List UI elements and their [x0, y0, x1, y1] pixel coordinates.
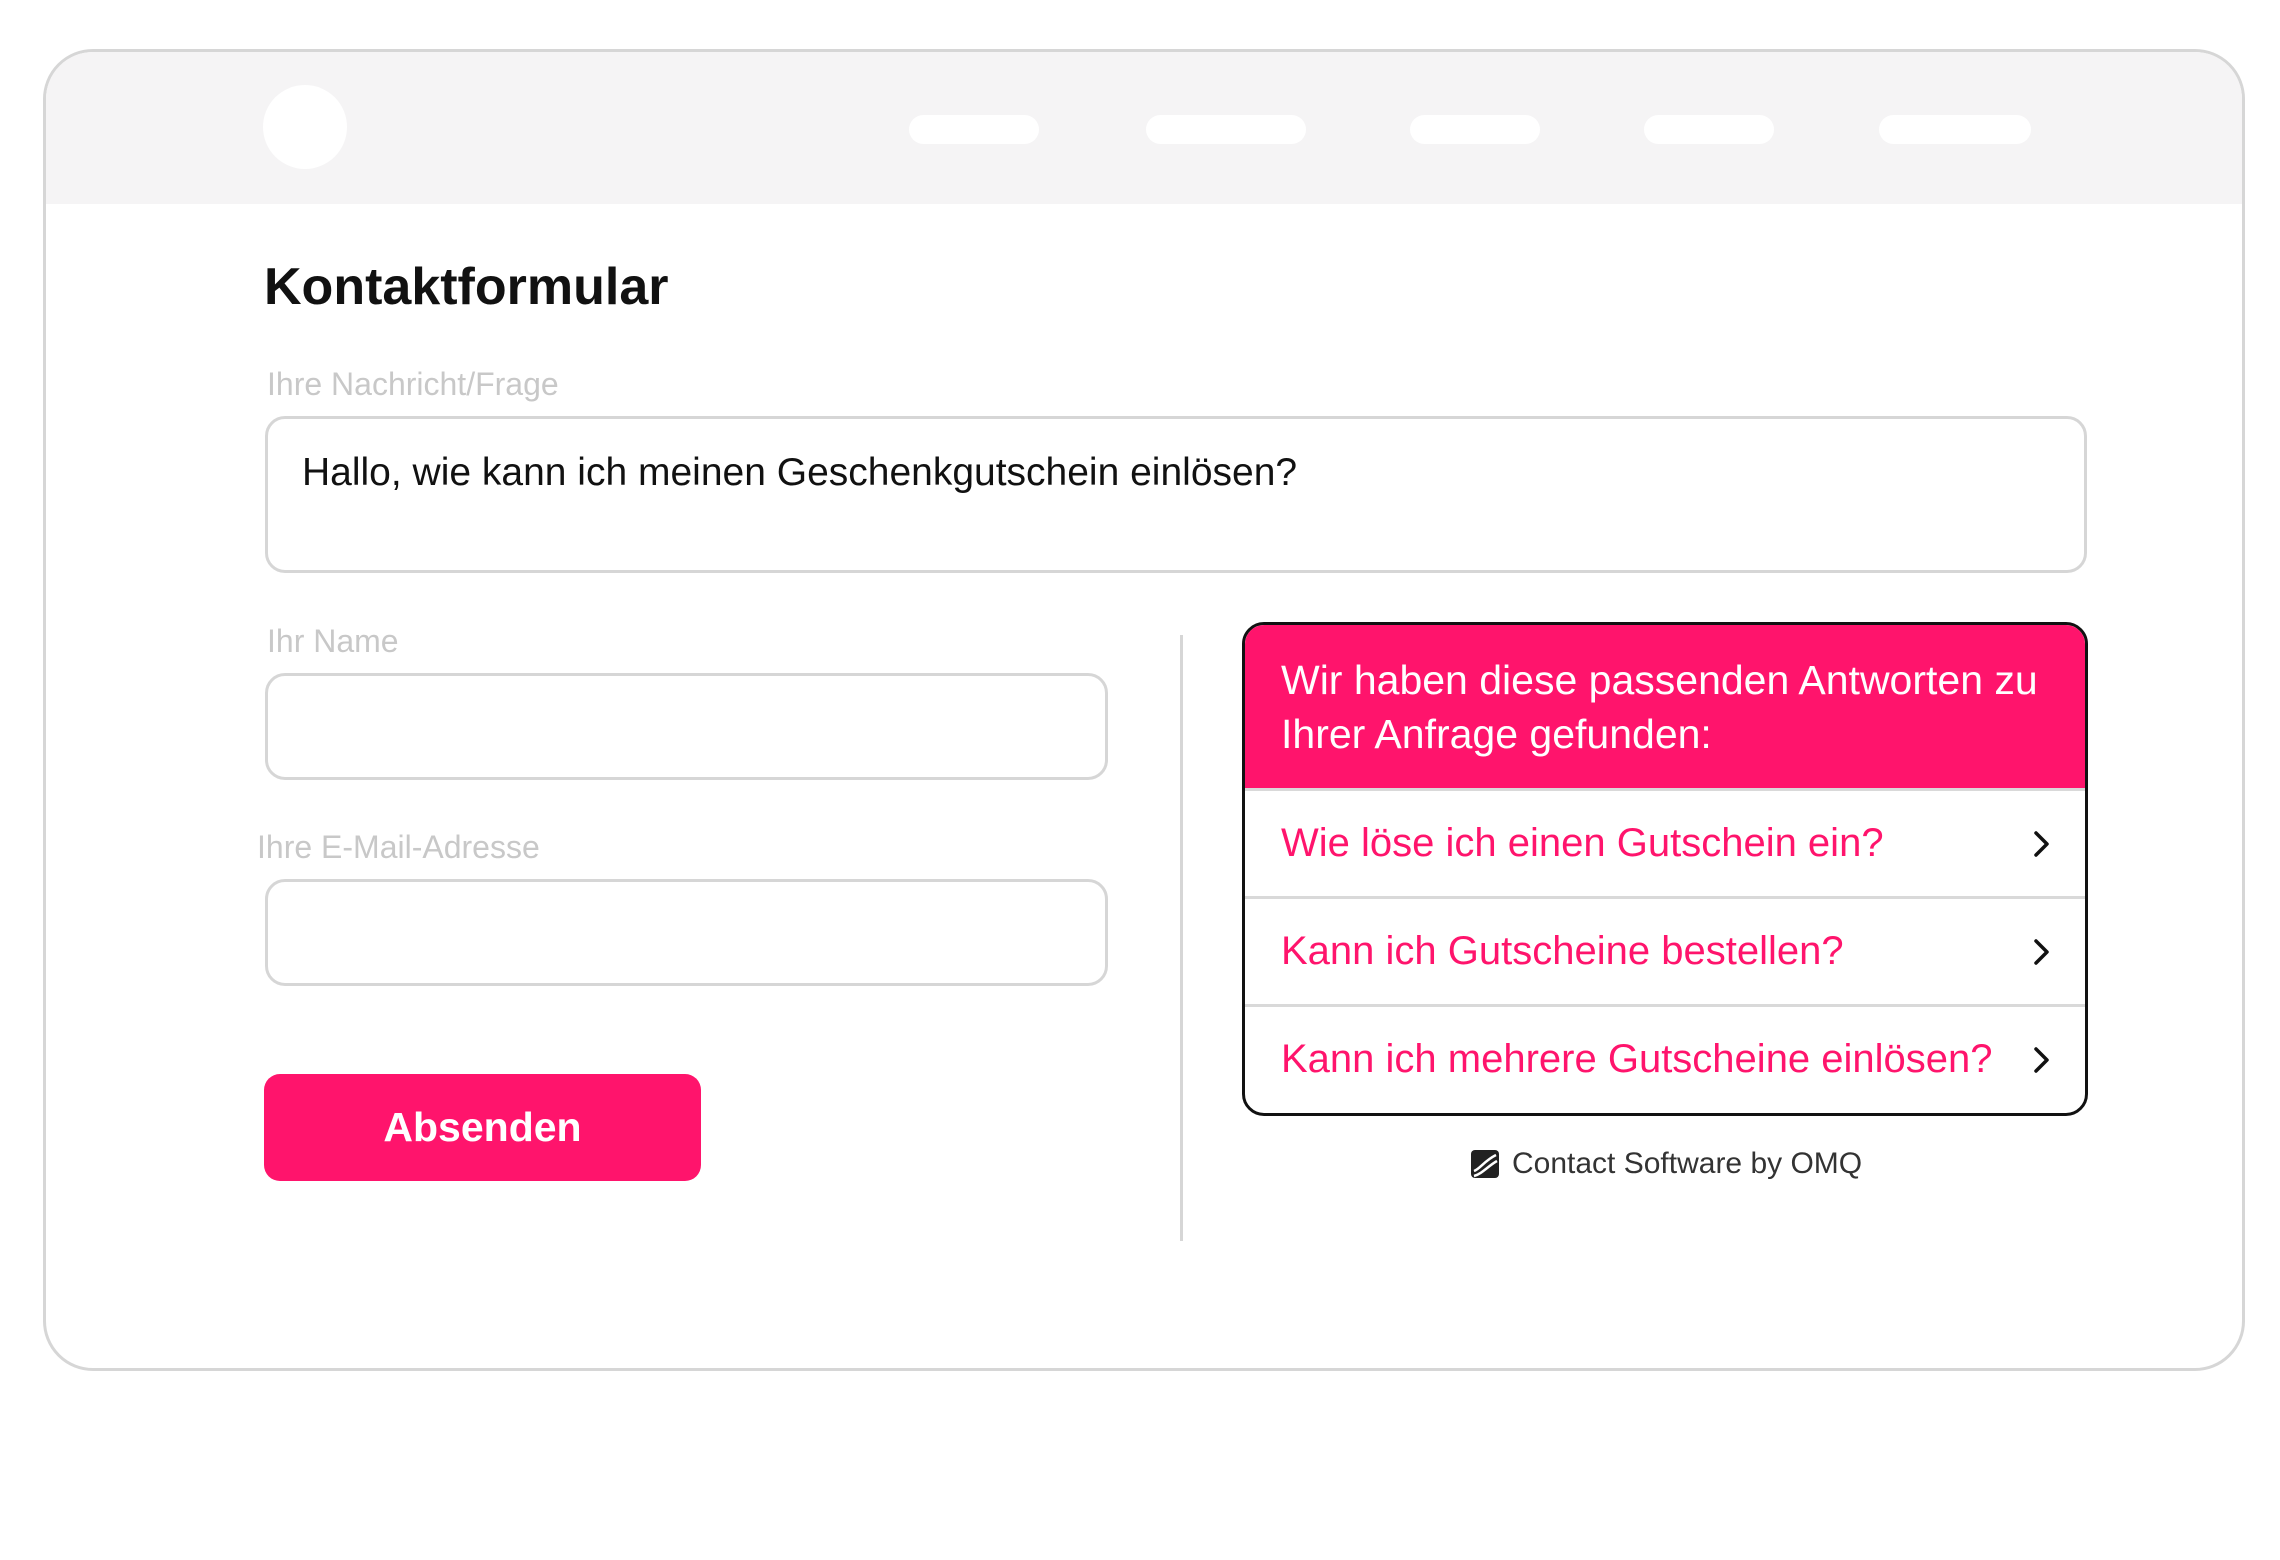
name-label: Ihr Name	[267, 623, 399, 659]
nav-item-placeholder-3[interactable]	[1410, 115, 1540, 144]
page-title: Kontaktformular	[264, 258, 669, 316]
message-text: Hallo, wie kann ich meinen Geschenkgutsc…	[302, 451, 1298, 494]
powered-by[interactable]: Contact Software by OMQ	[1470, 1147, 1862, 1181]
nav-item-placeholder-2[interactable]	[1146, 115, 1306, 144]
suggested-answers-panel: Wir haben diese passenden Antworten zu I…	[1242, 622, 2088, 1116]
submit-button[interactable]: Absenden	[264, 1074, 701, 1181]
answer-item[interactable]: Kann ich Gutscheine bestellen?	[1245, 896, 2085, 1004]
chevron-right-icon	[2034, 830, 2049, 857]
answer-item-label: Kann ich Gutscheine bestellen?	[1281, 929, 1844, 973]
answer-item[interactable]: Wie löse ich einen Gutschein ein?	[1245, 788, 2085, 896]
site-header	[46, 52, 2242, 204]
omq-logo-icon	[1471, 1150, 1499, 1178]
message-label: Ihre Nachricht/Frage	[267, 366, 559, 402]
answer-item-label: Kann ich mehrere Gutscheine einlösen?	[1281, 1037, 1993, 1081]
nav-item-placeholder-4[interactable]	[1644, 115, 1774, 144]
site-logo-placeholder[interactable]	[263, 85, 347, 169]
answer-item-label: Wie löse ich einen Gutschein ein?	[1281, 821, 1884, 865]
email-input[interactable]	[265, 879, 1108, 986]
answer-item[interactable]: Kann ich mehrere Gutscheine einlösen?	[1245, 1004, 2085, 1112]
suggested-answers-header: Wir haben diese passenden Antworten zu I…	[1245, 625, 2085, 788]
nav-item-placeholder-1[interactable]	[909, 115, 1039, 144]
nav-item-placeholder-5[interactable]	[1879, 115, 2031, 144]
message-textarea[interactable]: Hallo, wie kann ich meinen Geschenkgutsc…	[265, 416, 2087, 573]
column-divider	[1180, 635, 1183, 1241]
powered-by-text: Contact Software by OMQ	[1512, 1147, 1863, 1180]
browser-window: Kontaktformular Ihre Nachricht/Frage Hal…	[43, 49, 2245, 1371]
email-label: Ihre E-Mail-Adresse	[257, 829, 540, 865]
name-input[interactable]	[265, 673, 1108, 780]
chevron-right-icon	[2034, 938, 2049, 965]
chevron-right-icon	[2034, 1046, 2049, 1073]
